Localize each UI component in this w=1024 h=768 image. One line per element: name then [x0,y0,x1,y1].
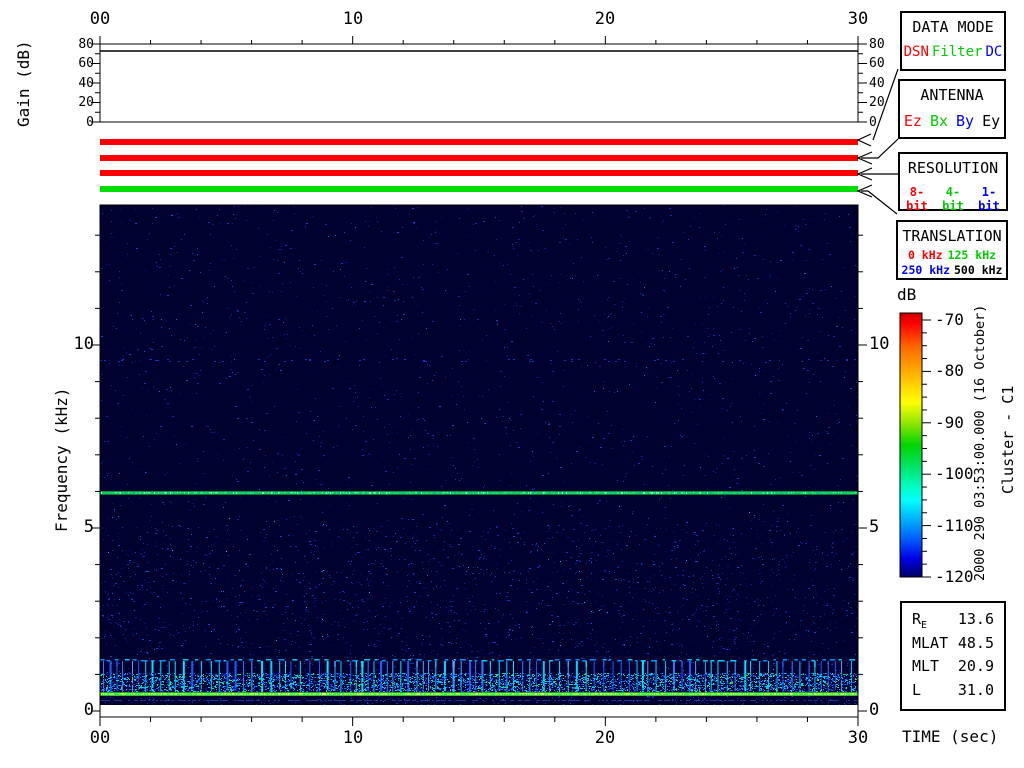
freq-tick-right: 0 [869,702,879,719]
freq-tick-left: 10 [56,336,94,353]
antenna-option: Ez [904,112,922,130]
ephemeris-row: MLT 20.9 [912,657,994,678]
translation-panel: TRANSLATION 0 kHz 125 kHz 250 kHz 500 kH… [896,220,1008,280]
resolution-title: RESOLUTION [900,159,1006,177]
freq-tick-left: 5 [56,519,94,536]
colorbar-tick: -70 [935,312,964,328]
ephemeris-value: 20.9 [958,657,994,678]
gain-tick-left: 60 [56,57,94,70]
arrow-icon [858,152,872,164]
gain-tick-left: 80 [56,38,94,51]
ephemeris-row: MLAT 48.5 [912,634,994,655]
colorbar-tick: -100 [935,466,974,482]
translation-status-bar [100,186,858,192]
freq-tick-right: 5 [869,519,879,536]
gain-tick-right: 60 [869,57,885,70]
translation-pointer-line [861,191,897,214]
translation-option: 0 kHz [908,248,943,262]
ephemeris-value: 13.6 [958,610,994,631]
ephemeris-row: L 31.0 [912,681,994,702]
ephemeris-value: 48.5 [958,634,994,655]
data-mode-panel: DATA MODE DSN Filter DC [900,11,1006,71]
colorbar [900,313,922,577]
ephemeris-label: MLAT [912,634,948,655]
data-mode-option: DC [986,44,1003,60]
gain-axis-title: Gain (dB) [14,32,33,136]
gain-tick-right: 80 [869,38,885,51]
resolution-status-bar [100,170,858,176]
top-axis-tick: 30 [848,11,868,28]
gain-tick-left: 0 [56,116,94,129]
gain-plot-frame [100,44,858,122]
antenna-panel: ANTENNA Ez Bx By Ey [898,79,1006,139]
arrow-icon [858,168,872,180]
resolution-option: 1-bit [972,185,1006,213]
top-axis-tick: 20 [595,11,615,28]
resolution-option: 8-bit [900,185,934,213]
colorbar-tick: -90 [935,415,964,431]
arrow-icon [858,185,872,197]
spectrogram-canvas [100,205,858,705]
timestamp-annotation: 2000 290 03:53:00.000 (16 October) [972,303,988,583]
antenna-option: By [956,112,974,130]
ephemeris-label: RE [912,610,927,631]
ephemeris-label: L [912,681,921,702]
gain-tick-left: 20 [56,96,94,109]
data-mode-title: DATA MODE [902,18,1004,36]
resolution-option: 4-bit [936,185,970,213]
colorbar-tick: -110 [935,518,974,534]
spacecraft-annotation: Cluster - C1 [999,355,1017,525]
cluster-wbd-display: Gain (dB) Frequency (kHz) 00 10 20 30 80… [0,0,1024,768]
translation-option: 250 kHz [902,263,950,277]
antenna-option: Ey [982,112,1000,130]
bottom-axis-tick: 20 [595,730,615,747]
time-axis-title: TIME (sec) [902,729,998,745]
top-axis-tick: 10 [343,11,363,28]
bottom-axis-tick: 30 [848,730,868,747]
gain-tick-right: 0 [869,116,877,129]
ephemeris-value: 31.0 [958,681,994,702]
arrow-icon [858,134,871,146]
bottom-axis-tick: 00 [90,730,110,747]
frequency-axis-title: Frequency (kHz) [52,350,71,570]
gain-tick-right: 20 [869,96,885,109]
ephemeris-label: MLT [912,657,939,678]
bottom-axis-tick: 10 [343,730,363,747]
data-mode-option: Filter [932,44,983,60]
resolution-panel: RESOLUTION 8-bit 4-bit 1-bit [898,152,1008,211]
translation-option: 125 kHz [948,248,996,262]
ephemeris-row: RE 13.6 [912,610,994,631]
translation-title: TRANSLATION [898,227,1006,245]
translation-option: 500 kHz [954,263,1002,277]
antenna-option: Bx [930,112,948,130]
colorbar-tick: -120 [935,569,974,585]
top-axis-tick: 00 [90,11,110,28]
gain-tick-left: 40 [56,77,94,90]
freq-tick-left: 0 [56,702,94,719]
gain-tick-right: 40 [869,77,885,90]
antenna-status-bar [100,155,858,161]
data-mode-status-bar [100,139,858,145]
freq-tick-right: 10 [869,336,889,353]
antenna-title: ANTENNA [900,86,1004,104]
colorbar-title: dB [897,287,916,303]
data-mode-option: DSN [904,44,929,60]
colorbar-tick: -80 [935,363,964,379]
ephemeris-box: RE 13.6 MLAT 48.5 MLT 20.9 L 31.0 [900,601,1006,711]
antenna-pointer-line [861,139,898,158]
